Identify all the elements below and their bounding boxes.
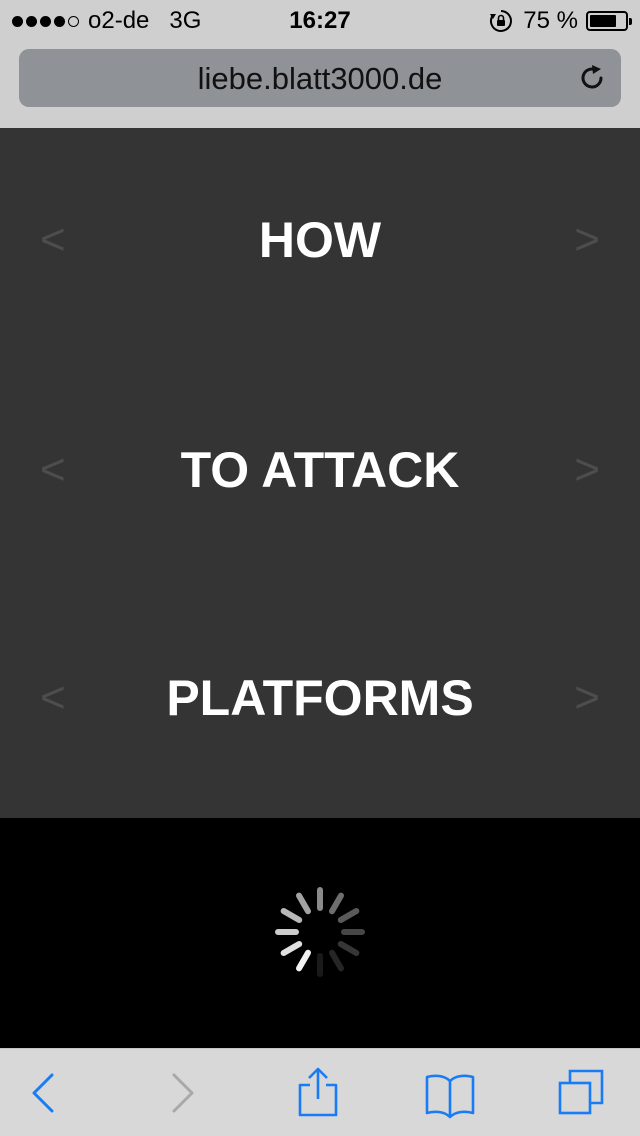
tabs-icon[interactable]: [556, 1067, 608, 1119]
carousel-row-how: < HOW >: [0, 200, 640, 280]
row-title: TO ATTACK: [180, 442, 460, 498]
loading-spinner-icon: [275, 887, 365, 977]
row-title: PLATFORMS: [166, 670, 474, 726]
rotation-lock-icon: [490, 10, 513, 32]
reload-icon[interactable]: [577, 63, 607, 93]
forward-icon[interactable]: [156, 1067, 208, 1119]
status-bar: o2-de 3G 16:27 75 %: [0, 0, 640, 40]
back-icon[interactable]: [18, 1067, 70, 1119]
status-right: 75 %: [489, 7, 632, 35]
loading-area: [0, 818, 640, 1048]
browser-toolbar: [0, 1048, 640, 1136]
title-carousel: < HOW > < TO ATTACK > < PLATFORMS >: [0, 128, 640, 818]
bookmarks-icon[interactable]: [424, 1067, 476, 1119]
share-icon[interactable]: [292, 1067, 344, 1119]
battery-percent: 75 %: [523, 7, 578, 34]
next-arrow-icon[interactable]: >: [574, 210, 600, 270]
next-arrow-icon[interactable]: >: [574, 668, 600, 728]
row-title: HOW: [258, 212, 382, 268]
url-text[interactable]: liebe.blatt3000.de: [19, 61, 621, 97]
battery-fill: [590, 15, 616, 27]
battery-nub: [629, 18, 632, 25]
battery-icon: [586, 11, 632, 31]
address-bar[interactable]: liebe.blatt3000.de: [19, 49, 621, 107]
carousel-row-to-attack: < TO ATTACK >: [0, 430, 640, 510]
next-arrow-icon[interactable]: >: [574, 440, 600, 500]
browser-address-area: liebe.blatt3000.de: [0, 40, 640, 128]
carousel-row-platforms: < PLATFORMS >: [0, 658, 640, 738]
